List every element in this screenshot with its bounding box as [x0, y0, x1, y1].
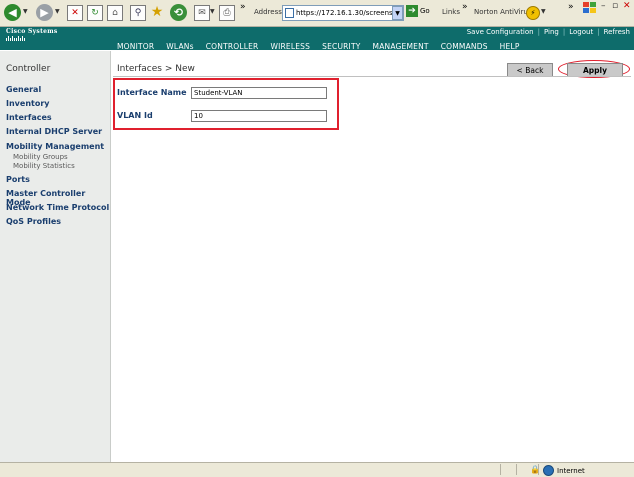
browser-toolbar: ◀ ▼ ▶ ▼ ✕ ↻ ⌂ ⚲ ★ ⟲ ✉ ▼ ⎙ » Address http… — [0, 0, 634, 27]
nav-wlans[interactable]: WLANs — [166, 42, 193, 51]
cisco-logo: Cisco Systems — [6, 29, 58, 41]
print-icon[interactable]: ⎙ — [219, 5, 235, 21]
zone-label: Internet — [557, 466, 585, 475]
page-title: Interfaces > New — [117, 64, 195, 74]
mail-dropdown-icon[interactable]: ▼ — [210, 8, 215, 15]
go-arrow-icon: ➔ — [406, 5, 418, 17]
go-label: Go — [420, 7, 430, 15]
sidebar-item-mobility-management[interactable]: Mobility Management — [6, 142, 104, 151]
back-dropdown-icon[interactable]: ▼ — [23, 8, 28, 15]
vlan-id-input[interactable] — [191, 110, 327, 122]
globe-icon — [543, 465, 554, 476]
go-button[interactable]: ➔ Go — [406, 5, 430, 17]
forward-nav-icon[interactable]: ▶ — [36, 4, 53, 21]
links-chevron[interactable]: » — [462, 2, 468, 12]
sidebar-item-inventory[interactable]: Inventory — [6, 99, 50, 108]
address-url[interactable]: https://172.16.1.30/screens/fra — [296, 9, 403, 17]
apply-button[interactable]: Apply — [567, 63, 623, 77]
sidebar-item-network-time-protocol[interactable]: Network Time Protocol — [6, 203, 109, 212]
restore-icon[interactable]: ▫ — [612, 1, 618, 11]
main-nav: MONITOR WLANs CONTROLLER WIRELESS SECURI… — [117, 42, 532, 51]
history-icon[interactable]: ⟲ — [170, 4, 187, 21]
favorites-star-icon[interactable]: ★ — [150, 4, 164, 20]
stop-icon[interactable]: ✕ — [67, 5, 83, 21]
nav-controller[interactable]: CONTROLLER — [206, 42, 259, 51]
norton-dropdown-icon[interactable]: ▼ — [541, 8, 546, 15]
close-icon[interactable]: ✕ — [623, 1, 631, 11]
norton-label[interactable]: Norton AntiVirus — [474, 8, 532, 16]
refresh-link[interactable]: Refresh — [604, 28, 630, 36]
nav-monitor[interactable]: MONITOR — [117, 42, 154, 51]
links-label[interactable]: Links — [442, 8, 460, 16]
interface-name-label: Interface Name — [117, 88, 187, 97]
nav-help[interactable]: HELP — [500, 42, 520, 51]
windows-flag-icon — [583, 2, 596, 13]
status-bar: 🔒 Internet — [0, 462, 634, 477]
vlan-id-label: VLAN Id — [117, 111, 153, 120]
sidebar-item-general[interactable]: General — [6, 85, 41, 94]
home-icon[interactable]: ⌂ — [107, 5, 123, 21]
form-highlight-box — [113, 78, 339, 130]
sidebar-item-ports[interactable]: Ports — [6, 175, 30, 184]
minimize-icon[interactable]: – — [601, 1, 606, 11]
sidebar-item-qos-profiles[interactable]: QoS Profiles — [6, 217, 61, 226]
toolbar-chevron-right[interactable]: » — [568, 2, 574, 12]
sidebar-subitem-mobility-statistics[interactable]: Mobility Statistics — [13, 162, 75, 170]
sidebar-subitem-mobility-groups[interactable]: Mobility Groups — [13, 153, 68, 161]
forward-dropdown-icon[interactable]: ▼ — [55, 8, 60, 15]
nav-wireless[interactable]: WIRELESS — [270, 42, 310, 51]
back-button[interactable]: < Back — [507, 63, 553, 77]
utility-links: Save Configuration | Ping | Logout | Ref… — [466, 28, 630, 36]
nav-commands[interactable]: COMMANDS — [441, 42, 488, 51]
security-zone: Internet — [543, 465, 585, 476]
interface-name-input[interactable] — [191, 87, 327, 99]
ping-link[interactable]: Ping — [544, 28, 559, 36]
sidebar-item-interfaces[interactable]: Interfaces — [6, 113, 52, 122]
address-bar[interactable]: https://172.16.1.30/screens/fra — [282, 5, 404, 21]
address-dropdown-icon[interactable]: ▼ — [392, 6, 403, 20]
save-configuration-link[interactable]: Save Configuration — [467, 28, 534, 36]
page-icon — [285, 8, 294, 18]
toolbar-chevron[interactable]: » — [240, 2, 246, 12]
address-label: Address — [254, 8, 282, 16]
title-divider — [113, 76, 631, 77]
sidebar: Controller General Inventory Interfaces … — [0, 51, 111, 462]
lock-icon: 🔒 — [530, 465, 540, 474]
back-nav-icon[interactable]: ◀ — [4, 4, 21, 21]
sidebar-item-internal-dhcp-server[interactable]: Internal DHCP Server — [6, 127, 102, 136]
logo-bars-icon — [6, 36, 58, 41]
mail-icon[interactable]: ✉ — [194, 5, 210, 21]
sidebar-title: Controller — [6, 64, 51, 74]
logout-link[interactable]: Logout — [569, 28, 593, 36]
norton-icon[interactable]: ⚡ — [526, 6, 540, 20]
search-icon[interactable]: ⚲ — [130, 5, 146, 21]
nav-management[interactable]: MANAGEMENT — [373, 42, 429, 51]
refresh-icon[interactable]: ↻ — [87, 5, 103, 21]
logo-text: Cisco Systems — [6, 28, 58, 35]
nav-security[interactable]: SECURITY — [322, 42, 360, 51]
